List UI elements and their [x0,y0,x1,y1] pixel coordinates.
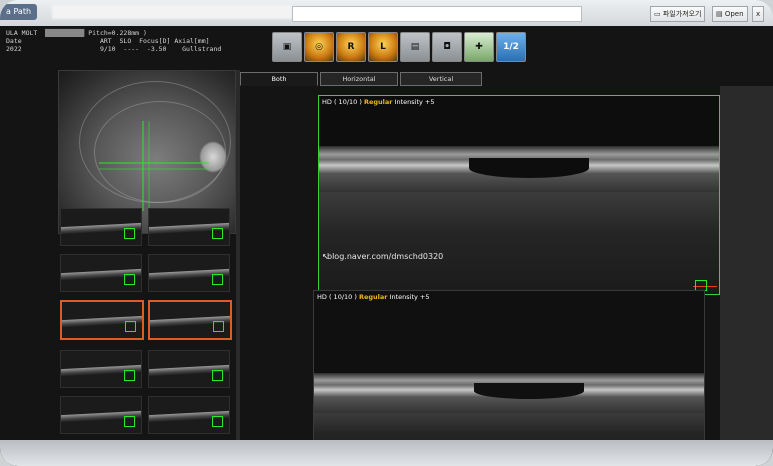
folder-icon: ▭ [654,10,663,18]
save-tool-button[interactable]: ✚ [464,32,494,62]
open-button[interactable]: ▤ Open [712,6,748,22]
right-eye-icon: R [347,42,355,52]
path-button[interactable]: a Path [0,4,38,20]
address-field[interactable] [292,6,582,22]
scan-mode: Regular [363,98,393,106]
scan-quality: HD ( 10/10 ) [322,98,362,106]
thumbnail-scan-selected[interactable] [60,300,144,340]
redacted-text: ██████████ [45,29,85,37]
position-marker [124,416,135,427]
thumbnail-scan[interactable] [148,350,230,388]
info-focus-label: Focus[D] [139,37,171,45]
position-marker [213,321,224,332]
scan-intensity: Intensity +5 [389,293,430,301]
info-slo-label: SLO [119,37,132,45]
eye-icon: ◎ [315,42,323,52]
watermark-text: blog.naver.com/dmschd0320 [327,252,444,261]
open-folder-button[interactable]: ▭ 파일가져오기 [650,6,706,22]
thumbnail-scan[interactable] [60,350,142,388]
info-focus-value: -3.50 [146,45,167,53]
scanner-tool-button[interactable]: ▣ [272,32,302,62]
right-eye-tool-button[interactable]: R [336,32,366,62]
right-side-panel [720,86,773,462]
device-icon: ▤ [410,42,420,52]
info-art-label: ART [99,37,112,45]
thumbnail-scan[interactable] [148,254,230,292]
info-date-label: Date [6,37,22,45]
thumbnail-scan[interactable] [60,208,142,246]
camera-icon: ◘ [443,42,451,52]
info-pitch: Pitch=0.228mm ) [88,29,147,37]
info-title: ULA MOLT [6,29,38,37]
info-slo-value: ---- [123,45,140,53]
position-marker [212,228,223,239]
info-date-value: 2022 [6,45,22,53]
position-marker [124,228,135,239]
tab-both[interactable]: Both [240,72,318,86]
camera-tool-button[interactable]: ◘ [432,32,462,62]
thumbnail-scan-selected[interactable] [148,300,232,340]
position-marker [212,370,223,381]
scan-main-label: HD ( 10/10 ) Regular Intensity +5 [322,98,435,106]
thumbnail-scan[interactable] [148,396,230,434]
position-marker [212,274,223,285]
choroid-layer [319,192,719,294]
thumbnail-scan[interactable] [60,254,142,292]
panel-divider[interactable] [236,70,240,462]
export-icon: 1/2 [503,42,519,52]
scan-bottom-label: HD ( 10/10 ) Regular Intensity +5 [317,293,430,301]
device-tool-button[interactable]: ▤ [400,32,430,62]
left-eye-tool-button[interactable]: L [368,32,398,62]
position-marker [124,370,135,381]
foveal-dip [469,158,589,178]
monitor-bezel [0,440,773,466]
fundus-eye-tool-button[interactable]: ◎ [304,32,334,62]
position-marker [125,321,136,332]
window-title-blurred [52,5,292,19]
info-art-value: 9/10 [99,45,116,53]
scanner-icon: ▣ [282,42,292,52]
tab-vertical[interactable]: Vertical [400,72,482,86]
main-bscan-view[interactable]: HD ( 10/10 ) Regular Intensity +5 ↖ blog… [318,95,720,295]
scan-info-panel: ULA MOLT ██████████ Pitch=0.228mm ) Date… [6,29,221,53]
info-axial-value: Gullstrand [182,45,222,53]
oct-viewer-app: ULA MOLT ██████████ Pitch=0.228mm ) Date… [0,26,773,466]
export-tool-button[interactable]: 1/2 [496,32,526,62]
open-icon: ▤ [716,10,725,18]
left-eye-icon: L [380,42,386,52]
save-icon: ✚ [475,42,483,52]
thumbnail-scan[interactable] [148,208,230,246]
info-axial-label: Axial[mm] [174,37,210,45]
view-tabs: Both Horizontal Vertical [238,70,773,86]
scan-quality: HD ( 10/10 ) [317,293,357,301]
window-titlebar: a Path ▭ 파일가져오기 ▤ Open x [0,0,773,27]
monitor-screen: a Path ▭ 파일가져오기 ▤ Open x ULA MOLT ██████… [0,0,773,466]
position-marker [212,416,223,427]
foveal-dip [474,383,584,399]
thumbnail-scan[interactable] [60,396,142,434]
secondary-bscan-view[interactable]: HD ( 10/10 ) Regular Intensity +5 [313,290,705,464]
scan-intensity: Intensity +5 [394,98,435,106]
position-marker [124,274,135,285]
close-button[interactable]: x [752,6,765,22]
bscan-thumbnail-grid [58,208,236,464]
scan-mode: Regular [358,293,388,301]
tab-horizontal[interactable]: Horizontal [320,72,398,86]
